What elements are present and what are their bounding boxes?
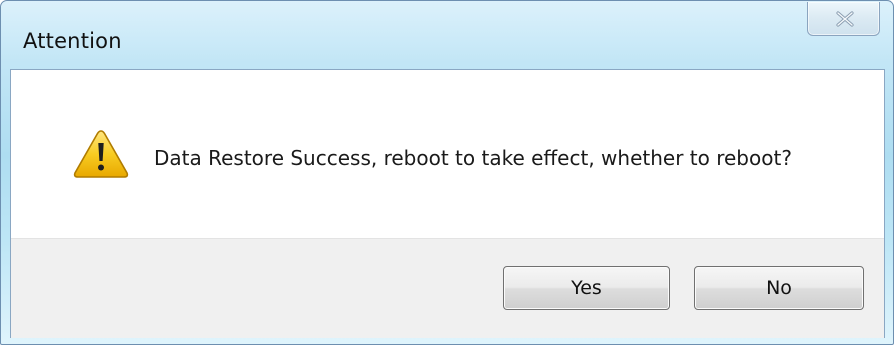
title-bar[interactable]: Attention — [1, 1, 893, 69]
close-icon — [836, 11, 854, 27]
close-button[interactable] — [807, 2, 880, 36]
yes-button[interactable]: Yes — [503, 266, 670, 310]
window-title: Attention — [23, 29, 122, 53]
no-button[interactable]: No — [694, 266, 864, 310]
button-bar: Yes No — [11, 238, 884, 338]
dialog-client-area: Data Restore Success, reboot to take eff… — [10, 69, 885, 338]
dialog-message: Data Restore Success, reboot to take eff… — [154, 146, 792, 170]
warning-icon — [73, 130, 129, 178]
dialog-window: Attention Data Restore Success, reboot t… — [0, 0, 894, 345]
message-area: Data Restore Success, reboot to take eff… — [11, 70, 884, 238]
